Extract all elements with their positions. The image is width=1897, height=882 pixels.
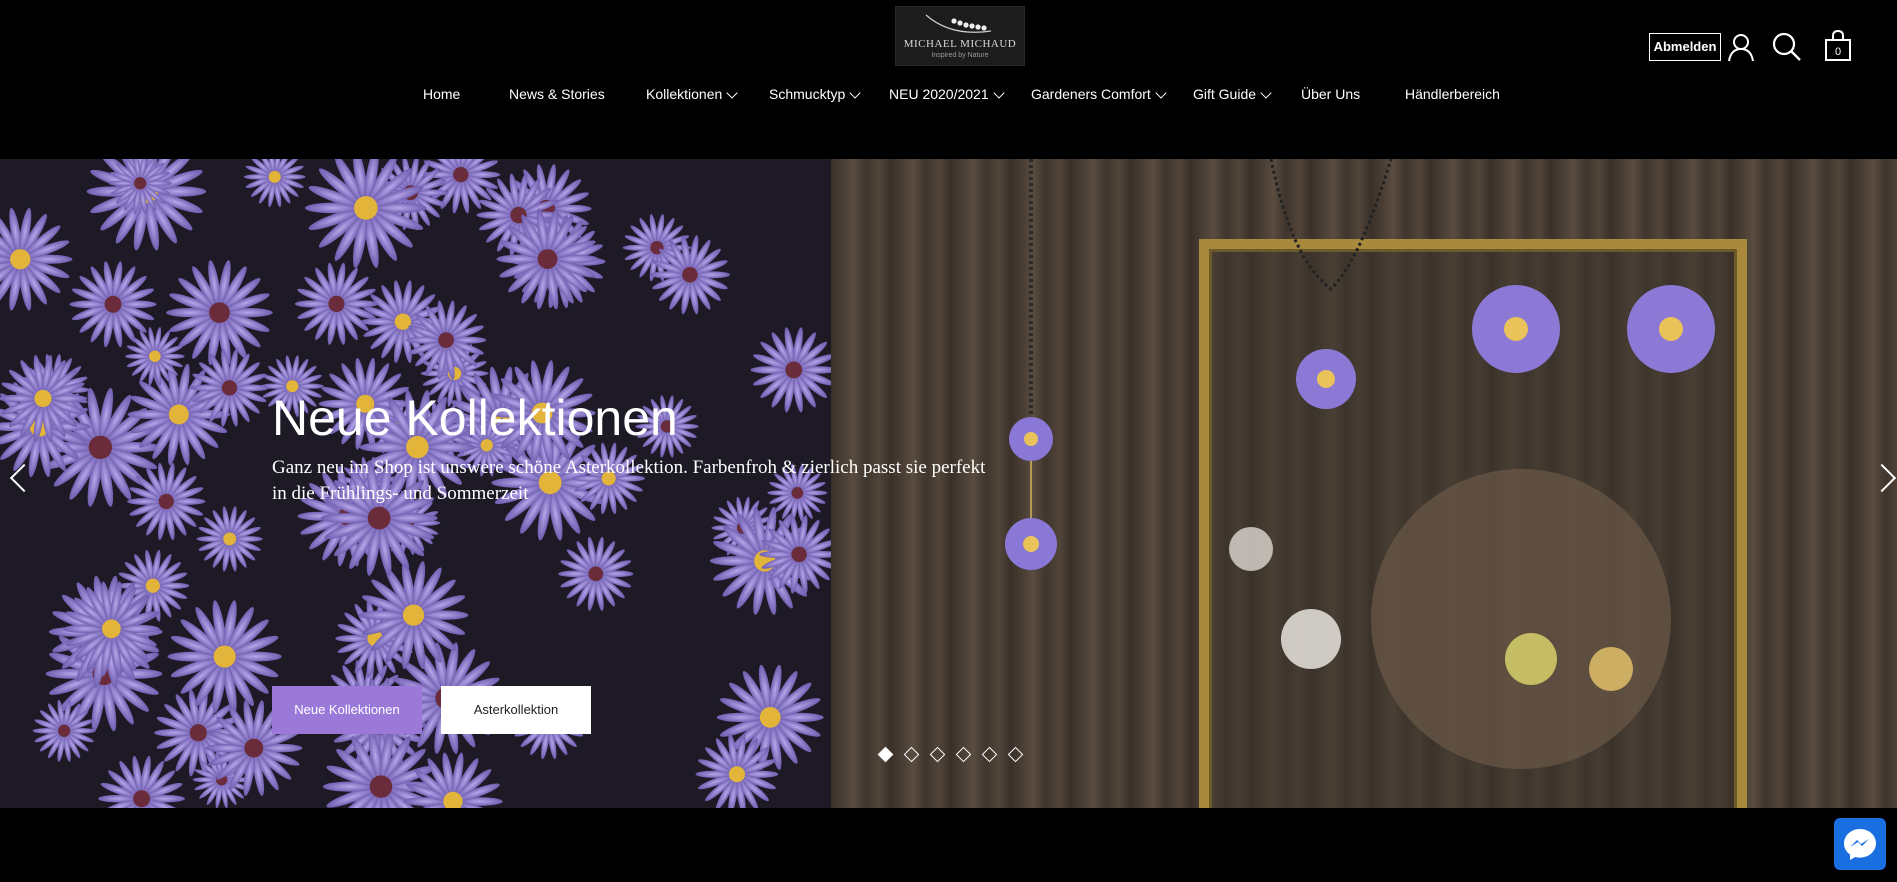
main-navigation: Home News & Stories Kollektionen Schmuck… xyxy=(0,86,1897,110)
brand-name: MICHAEL MICHAUD xyxy=(903,38,1017,50)
logout-button[interactable]: Abmelden xyxy=(1649,33,1721,61)
chevron-down-icon xyxy=(1155,87,1167,99)
nav-item-gardeners-comfort[interactable]: Gardeners Comfort xyxy=(1031,86,1167,102)
nav-item-label: Schmucktyp xyxy=(769,86,846,102)
nav-item-home[interactable]: Home xyxy=(423,86,460,102)
hero-description: Ganz neu im Shop ist unswere schöne Aste… xyxy=(272,457,986,504)
nav-item-label: Gardeners Comfort xyxy=(1031,86,1151,102)
hero-caption: Neue Kollektionen Ganz neu im Shop ist u… xyxy=(272,389,1032,734)
chevron-down-icon xyxy=(849,87,861,99)
chevron-down-icon xyxy=(726,87,738,99)
new-collections-button[interactable]: Neue Kollektionen xyxy=(272,686,422,734)
nav-item-label: Kollektionen xyxy=(646,86,723,102)
user-icon[interactable] xyxy=(1727,32,1755,67)
nav-item-label: Händlerbereich xyxy=(1405,86,1500,102)
nav-item-ueber-uns[interactable]: Über Uns xyxy=(1301,86,1360,102)
aster-collection-button[interactable]: Asterkollektion xyxy=(441,686,591,734)
brand-tagline: Inspired by Nature xyxy=(931,52,989,59)
site-header: MICHAEL MICHAUD Inspired by Nature Home … xyxy=(0,0,1897,159)
chevron-down-icon xyxy=(1260,87,1272,99)
brand-logo[interactable]: MICHAEL MICHAUD Inspired by Nature xyxy=(895,6,1025,66)
chevron-down-icon xyxy=(992,87,1005,99)
search-icon[interactable] xyxy=(1772,32,1802,67)
nav-item-neu-2020-2021[interactable]: NEU 2020/2021 xyxy=(889,86,1005,102)
nav-item-label: News & Stories xyxy=(509,86,605,102)
nav-item-label: Über Uns xyxy=(1301,86,1361,102)
messenger-icon xyxy=(1844,829,1876,860)
nav-item-label: Home xyxy=(423,86,461,102)
messenger-chat-button[interactable] xyxy=(1834,818,1886,870)
bag-icon[interactable]: 0 xyxy=(1824,29,1852,67)
nav-item-news-stories[interactable]: News & Stories xyxy=(509,86,605,102)
nav-item-kollektionen[interactable]: Kollektionen xyxy=(646,86,738,102)
nav-item-label: Gift Guide xyxy=(1193,86,1257,102)
hero-slider: Neue Kollektionen Ganz neu im Shop ist u… xyxy=(0,159,1897,808)
nav-item-haendlerbereich[interactable]: Händlerbereich xyxy=(1405,86,1500,102)
nav-item-label: NEU 2020/2021 xyxy=(889,86,989,102)
hero-title: Neue Kollektionen xyxy=(272,390,678,446)
cart-count: 0 xyxy=(1835,46,1841,58)
nav-item-gift-guide[interactable]: Gift Guide xyxy=(1193,86,1272,102)
nav-item-schmucktyp[interactable]: Schmucktyp xyxy=(769,86,861,102)
